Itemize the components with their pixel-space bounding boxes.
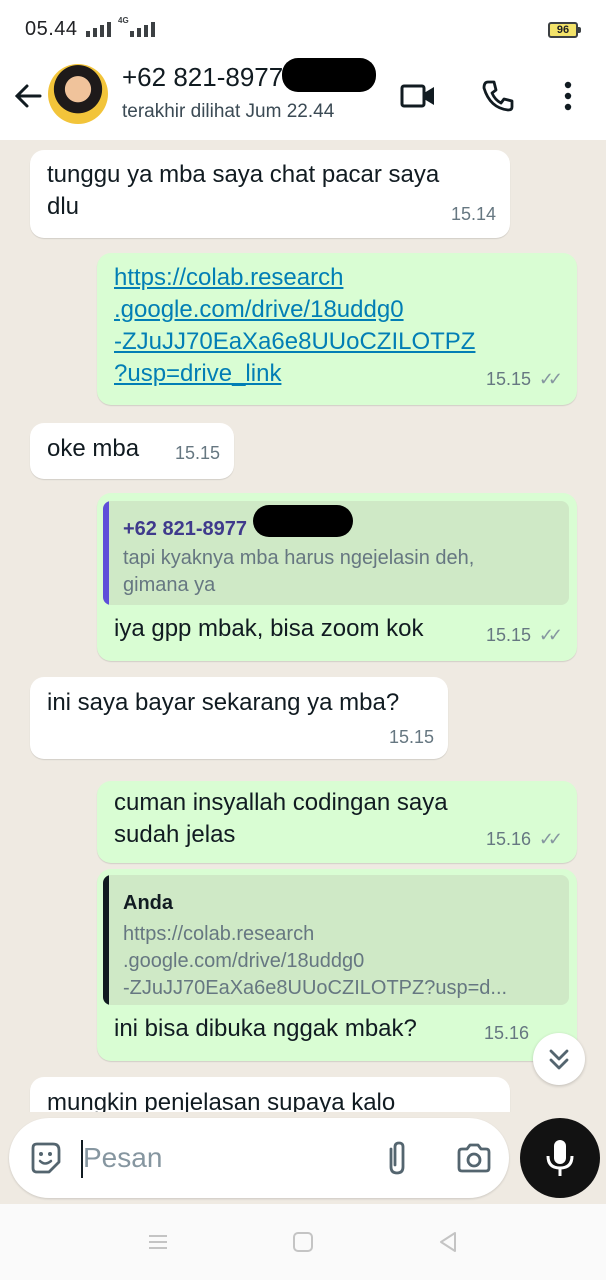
message-outgoing[interactable]: https://colab.research .google.com/drive… xyxy=(97,253,577,405)
message-time: 15.15 xyxy=(388,727,434,747)
redaction-mark xyxy=(282,58,376,92)
video-call-icon[interactable] xyxy=(398,76,438,116)
message-outgoing[interactable]: cuman insyallah codingan saya sudah jela… xyxy=(97,781,577,863)
voice-call-icon[interactable] xyxy=(478,76,518,116)
last-seen: terakhir dilihat Jum 22.44 xyxy=(122,101,335,122)
message-time: 15.15 xyxy=(174,443,220,463)
message-text: ini saya bayar sekarang ya mba? xyxy=(47,689,400,716)
read-ticks-icon: ✓✓ xyxy=(538,625,563,645)
double-chevron-down-icon xyxy=(549,1049,569,1070)
message-time: 15.15 xyxy=(485,625,531,645)
message-link[interactable]: .google.com/drive/18uddg0 xyxy=(114,294,560,326)
message-text: dlu xyxy=(47,193,80,220)
quote-text: gimana ya xyxy=(123,574,216,596)
read-ticks-icon: ✓✓ xyxy=(538,369,563,389)
quote-text: -ZJuJJ70EaXa6e8UUoCZILOTPZ?usp=d... xyxy=(123,977,508,999)
message-time: 15.15 xyxy=(485,369,531,389)
emoji-icon[interactable] xyxy=(27,1140,63,1176)
status-time: 05.44 xyxy=(25,18,78,40)
quote-accent-bar xyxy=(103,875,109,1005)
signal-icon-2 xyxy=(130,22,155,37)
system-navigation-bar xyxy=(0,1204,606,1280)
message-text: iya gpp mbak, bisa zoom kok xyxy=(114,615,424,642)
quoted-message[interactable]: +62 821-8977 tapi kyaknya mba harus ngej… xyxy=(103,501,569,605)
battery-level: 96 xyxy=(556,24,570,36)
message-outgoing-reply[interactable]: Anda https://colab.research .google.com/… xyxy=(97,869,577,1061)
quote-author: Anda xyxy=(123,892,173,914)
mic-button[interactable] xyxy=(520,1118,600,1198)
message-time: 15.16 xyxy=(483,1023,529,1043)
message-incoming[interactable]: tunggu ya mba saya chat pacar saya dlu 1… xyxy=(30,150,510,238)
more-options-icon[interactable] xyxy=(548,76,588,116)
quoted-message[interactable]: Anda https://colab.research .google.com/… xyxy=(103,875,569,1005)
back-arrow-icon[interactable] xyxy=(10,78,46,114)
message-incoming[interactable]: ini saya bayar sekarang ya mba? 15.15 xyxy=(30,677,448,759)
message-time: 15.16 xyxy=(485,829,531,849)
status-bar: 05.44 4G 96 xyxy=(0,0,606,54)
message-text: oke mba xyxy=(47,435,140,462)
message-time: 15.14 xyxy=(450,204,496,224)
message-text: tunggu ya mba saya chat pacar saya xyxy=(47,161,440,188)
message-incoming[interactable]: oke mba 15.15 xyxy=(30,423,234,479)
message-link[interactable]: https://colab.research xyxy=(114,262,560,294)
signal-icon xyxy=(86,22,111,37)
message-composer[interactable]: Pesan xyxy=(9,1118,509,1198)
recents-menu-icon[interactable] xyxy=(146,1230,170,1254)
read-ticks-icon: ✓✓ xyxy=(538,829,563,849)
message-link[interactable]: -ZJuJJ70EaXa6e8UUoCZILOTPZ xyxy=(114,326,560,358)
attach-icon[interactable] xyxy=(379,1139,415,1177)
camera-icon[interactable] xyxy=(455,1140,493,1176)
avatar[interactable] xyxy=(48,64,108,124)
network-type: 4G xyxy=(118,16,129,25)
message-text: cuman insyallah codingan saya xyxy=(114,789,448,816)
message-input[interactable]: Pesan xyxy=(83,1142,162,1174)
chat-header: +62 821-8977 terakhir dilihat Jum 22.44 xyxy=(0,54,606,140)
message-text: mungkin penjelasan supaya kalo xyxy=(47,1089,396,1112)
home-icon[interactable] xyxy=(291,1230,315,1254)
contact-name[interactable]: +62 821-8977 xyxy=(122,62,283,93)
quote-text: .google.com/drive/18uddg0 xyxy=(123,950,365,972)
battery-icon: 96 xyxy=(548,22,581,38)
message-outgoing-reply[interactable]: +62 821-8977 tapi kyaknya mba harus ngej… xyxy=(97,493,577,661)
scroll-to-bottom-button[interactable] xyxy=(533,1033,585,1085)
quote-text: tapi kyaknya mba harus ngejelasin deh, xyxy=(123,547,475,569)
mic-icon xyxy=(546,1140,574,1176)
quote-text: https://colab.research xyxy=(123,923,315,945)
back-nav-icon[interactable] xyxy=(436,1230,460,1254)
quote-author: +62 821-8977 xyxy=(123,518,248,540)
message-list[interactable]: tunggu ya mba saya chat pacar saya dlu 1… xyxy=(0,140,606,1112)
message-incoming[interactable]: mungkin penjelasan supaya kalo xyxy=(30,1077,510,1112)
quote-accent-bar xyxy=(103,501,109,605)
message-text: ini bisa dibuka nggak mbak? xyxy=(114,1015,417,1042)
redaction-mark xyxy=(253,505,353,537)
